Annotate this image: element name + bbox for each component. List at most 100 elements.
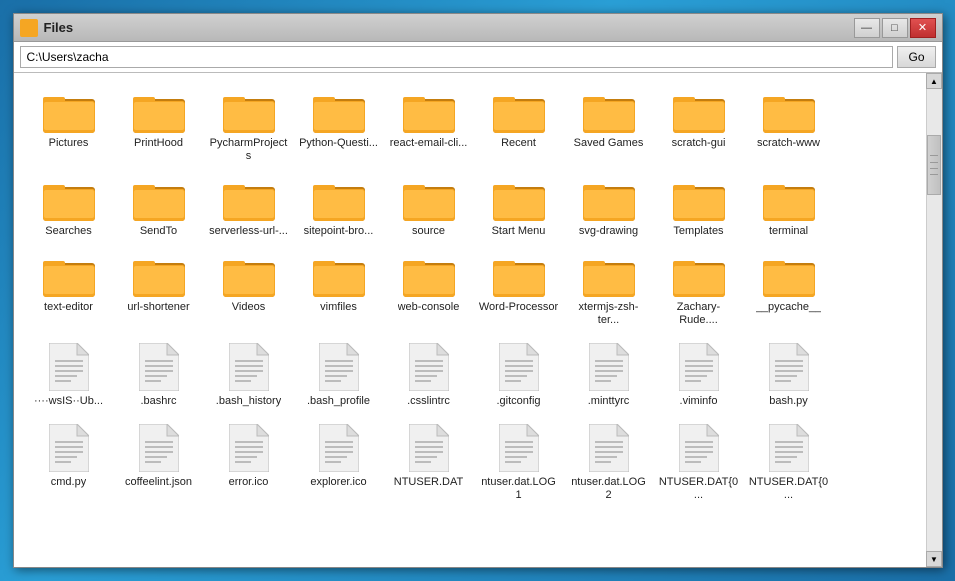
file-item[interactable]: error.ico (204, 416, 294, 510)
folder-item[interactable]: Start Menu (474, 171, 564, 246)
folder-item[interactable]: Searches (24, 171, 114, 246)
folder-item[interactable]: SendTo (114, 171, 204, 246)
folder-item[interactable]: react-email-cli... (384, 83, 474, 171)
file-item[interactable]: NTUSER.DAT{0... (744, 416, 834, 510)
folder-icon (583, 179, 635, 221)
grip-line-2 (930, 162, 938, 163)
file-item[interactable]: NTUSER.DAT{0... (654, 416, 744, 510)
scrollbar[interactable]: ▲ ▼ (926, 73, 942, 567)
folder-label: Start Menu (492, 225, 546, 238)
folder-item[interactable]: vimfiles (294, 247, 384, 335)
folder-icon (133, 179, 185, 221)
file-grid-container[interactable]: Pictures PrintHood PycharmProjects Pytho… (14, 73, 926, 567)
folder-item[interactable]: xtermjs-zsh-ter... (564, 247, 654, 335)
file-item[interactable]: bash.py (744, 335, 834, 416)
folder-item[interactable]: Saved Games (564, 83, 654, 171)
folder-item[interactable]: svg-drawing (564, 171, 654, 246)
close-button[interactable]: ✕ (910, 18, 936, 38)
folder-item[interactable]: __pycache__ (744, 247, 834, 335)
folder-label: Python-Questi... (299, 137, 378, 150)
folder-item[interactable]: url-shortener (114, 247, 204, 335)
folder-icon (223, 255, 275, 297)
folder-label: Videos (232, 301, 265, 314)
file-label: NTUSER.DAT (394, 476, 463, 489)
file-item[interactable]: .csslintrc (384, 335, 474, 416)
folder-icon (583, 91, 635, 133)
grip-line-3 (930, 168, 938, 169)
file-item[interactable]: .bash_history (204, 335, 294, 416)
folder-label: source (412, 225, 445, 238)
scroll-up-button[interactable]: ▲ (926, 73, 942, 89)
folder-label: scratch-gui (672, 137, 726, 150)
file-grid: Pictures PrintHood PycharmProjects Pytho… (24, 83, 916, 511)
file-item[interactable]: ntuser.dat.LOG1 (474, 416, 564, 510)
folder-item[interactable]: Word-Processor (474, 247, 564, 335)
file-label: ntuser.dat.LOG2 (569, 476, 649, 502)
folder-item[interactable]: PrintHood (114, 83, 204, 171)
folder-item[interactable]: scratch-www (744, 83, 834, 171)
maximize-button[interactable]: □ (882, 18, 908, 38)
doc-icon (229, 343, 269, 391)
folder-item[interactable]: Pictures (24, 83, 114, 171)
file-item[interactable]: .bashrc (114, 335, 204, 416)
doc-icon (589, 424, 629, 472)
doc-icon (319, 424, 359, 472)
file-label: error.ico (229, 476, 269, 489)
file-item[interactable]: NTUSER.DAT (384, 416, 474, 510)
scroll-thumb[interactable] (927, 135, 941, 195)
file-item[interactable]: .viminfo (654, 335, 744, 416)
folder-item[interactable]: Python-Questi... (294, 83, 384, 171)
go-button[interactable]: Go (897, 46, 935, 68)
folder-item[interactable]: scratch-gui (654, 83, 744, 171)
folder-item[interactable]: PycharmProjects (204, 83, 294, 171)
window-controls: — □ ✕ (854, 18, 936, 38)
file-label: .gitconfig (496, 395, 540, 408)
folder-item[interactable]: Zachary-Rude.... (654, 247, 744, 335)
folder-label: url-shortener (127, 301, 189, 314)
file-label: ····wsIS··Ub... (34, 395, 103, 408)
scroll-down-button[interactable]: ▼ (926, 551, 942, 567)
folder-label: vimfiles (320, 301, 357, 314)
file-item[interactable]: .minttyrc (564, 335, 654, 416)
folder-item[interactable]: text-editor (24, 247, 114, 335)
folder-item[interactable]: Recent (474, 83, 564, 171)
folder-label: web-console (398, 301, 460, 314)
folder-icon (403, 255, 455, 297)
file-item[interactable]: .gitconfig (474, 335, 564, 416)
folder-icon (763, 179, 815, 221)
folder-label: sitepoint-bro... (304, 225, 374, 238)
scroll-track[interactable] (927, 89, 942, 551)
file-label: .bashrc (140, 395, 176, 408)
file-label: explorer.ico (310, 476, 366, 489)
folder-label: Searches (45, 225, 91, 238)
folder-label: terminal (769, 225, 808, 238)
folder-label: SendTo (140, 225, 177, 238)
file-item[interactable]: .bash_profile (294, 335, 384, 416)
doc-icon (139, 424, 179, 472)
folder-icon (43, 91, 95, 133)
file-label: coffeelint.json (125, 476, 192, 489)
folder-icon (403, 179, 455, 221)
file-item[interactable]: explorer.ico (294, 416, 384, 510)
address-input[interactable] (20, 46, 894, 68)
folder-icon (223, 91, 275, 133)
folder-icon (313, 179, 365, 221)
folder-item[interactable]: Videos (204, 247, 294, 335)
file-item[interactable]: coffeelint.json (114, 416, 204, 510)
file-item[interactable]: ····wsIS··Ub... (24, 335, 114, 416)
folder-label: xtermjs-zsh-ter... (569, 301, 649, 327)
file-label: bash.py (769, 395, 808, 408)
folder-item[interactable]: sitepoint-bro... (294, 171, 384, 246)
file-item[interactable]: cmd.py (24, 416, 114, 510)
doc-icon (679, 343, 719, 391)
minimize-button[interactable]: — (854, 18, 880, 38)
folder-icon (583, 255, 635, 297)
doc-icon (499, 424, 539, 472)
main-window: Files — □ ✕ Go Pictures PrintHood (13, 13, 943, 568)
folder-item[interactable]: Templates (654, 171, 744, 246)
folder-item[interactable]: serverless-url-... (204, 171, 294, 246)
folder-item[interactable]: source (384, 171, 474, 246)
folder-item[interactable]: web-console (384, 247, 474, 335)
folder-item[interactable]: terminal (744, 171, 834, 246)
file-item[interactable]: ntuser.dat.LOG2 (564, 416, 654, 510)
